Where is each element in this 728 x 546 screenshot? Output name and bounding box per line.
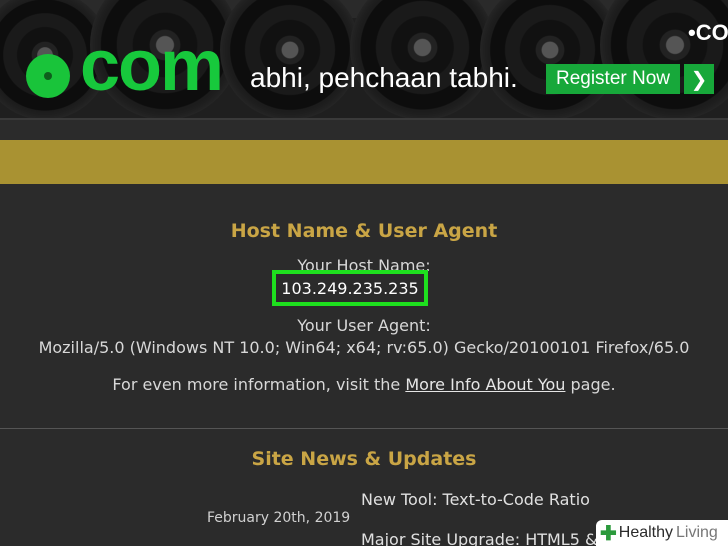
- vinyl-record-image: [350, 0, 495, 118]
- vinyl-record-image: [480, 0, 620, 118]
- host-name-value: 103.249.235.235: [272, 270, 428, 306]
- section-divider: [0, 428, 728, 429]
- news-section-title: Site News & Updates: [251, 448, 477, 470]
- watermark-text-secondary: Living: [676, 524, 718, 541]
- host-section-title: Host Name & User Agent: [230, 220, 498, 242]
- more-info-prefix: For even more information, visit the: [112, 375, 406, 394]
- vinyl-record-image: [220, 0, 360, 118]
- more-info-suffix: page.: [565, 375, 616, 394]
- news-item-link[interactable]: Major Site Upgrade: HTML5 &: [361, 530, 597, 546]
- ad-banner[interactable]: com abhi, pehchaan tabhi. Register Now ❯…: [0, 0, 728, 120]
- healthy-living-watermark: ✚ Healthy Living: [596, 520, 728, 546]
- nav-bar: [0, 140, 728, 184]
- vinyl-record-image: [600, 0, 728, 118]
- chevron-right-icon[interactable]: ❯: [684, 64, 714, 94]
- news-item-link[interactable]: New Tool: Text-to-Code Ratio: [361, 490, 590, 509]
- banner-tagline: abhi, pehchaan tabhi.: [250, 62, 518, 93]
- more-info-link[interactable]: More Info About You: [405, 375, 565, 394]
- register-now-button[interactable]: Register Now: [546, 64, 680, 94]
- user-agent-label: Your User Agent:: [297, 316, 431, 335]
- news-date: February 20th, 2019: [207, 510, 351, 526]
- plus-icon: ✚: [600, 522, 617, 545]
- user-agent-value: Mozilla/5.0 (Windows NT 10.0; Win64; x64…: [38, 338, 690, 357]
- more-info-line: For even more information, visit the Mor…: [0, 375, 728, 394]
- banner-brand: com: [80, 26, 224, 106]
- banner-corner-brand: •CO: [688, 20, 728, 45]
- watermark-text: Healthy: [618, 524, 674, 541]
- brand-dot-icon: [26, 54, 70, 98]
